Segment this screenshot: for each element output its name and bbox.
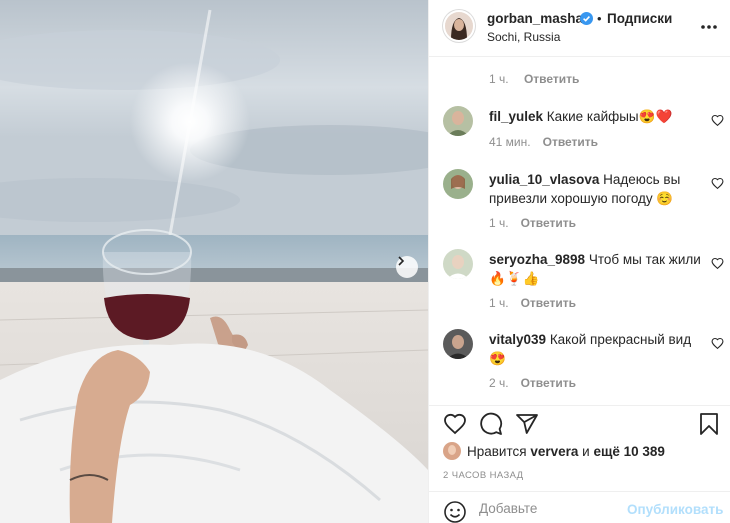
reply-button[interactable]: Ответить	[521, 296, 576, 310]
photo-image	[0, 0, 428, 523]
likes-summary[interactable]: Нравится ververa и ещё 10 389	[443, 441, 665, 461]
comment-time: 1 ч.	[489, 296, 509, 310]
comment-time: 1 ч.	[489, 216, 509, 230]
following-button[interactable]: Подписки	[607, 11, 672, 26]
comment-input[interactable]	[479, 501, 619, 516]
reply-button[interactable]: Ответить	[524, 72, 579, 86]
avatar-image	[443, 106, 473, 136]
post-actions: Нравится ververa и ещё 10 389 2 ЧАСОВ НА…	[429, 405, 730, 523]
avatar-image	[443, 169, 473, 199]
like-heart-icon[interactable]	[443, 412, 467, 436]
liker-avatar	[443, 442, 461, 460]
commenter-username[interactable]: yulia_10_vlasova	[489, 172, 599, 187]
commenter-username[interactable]: seryozha_9898	[489, 252, 585, 267]
post-header: gorban_masha • Подписки Sochi, Russia	[429, 0, 730, 57]
avatar-image	[443, 329, 473, 359]
comments-list[interactable]: 1 ч. Ответить fil_yulek Какие кайфыы😍❤️ …	[429, 57, 730, 405]
likes-count[interactable]: ещё 10 389	[593, 444, 664, 459]
comment-body: vitaly039 Какой прекрасный вид 😍	[489, 330, 703, 368]
liker-username[interactable]: ververa	[530, 444, 578, 459]
save-bookmark-icon[interactable]	[697, 412, 721, 436]
comment-like-icon[interactable]	[711, 177, 724, 190]
likes-middle: и	[582, 443, 590, 459]
commenter-username[interactable]: vitaly039	[489, 332, 546, 347]
comment-icon[interactable]	[479, 412, 503, 436]
separator-dot: •	[597, 11, 602, 26]
publish-button[interactable]: Опубликовать	[627, 502, 723, 517]
comment-like-icon[interactable]	[711, 257, 724, 270]
comment-time: 41 мин.	[489, 135, 531, 149]
comment-like-icon[interactable]	[711, 337, 724, 350]
verified-badge-icon	[580, 12, 593, 25]
avatar-image	[445, 12, 473, 40]
avatar-image	[443, 249, 473, 279]
commenter-avatar[interactable]	[443, 249, 473, 279]
post-timestamp[interactable]: 2 ЧАСОВ НАЗАД	[443, 470, 524, 481]
comment-meta: 41 мин. Ответить	[489, 135, 598, 149]
reply-button[interactable]: Ответить	[521, 216, 576, 230]
comment-text: Какие кайфыы😍❤️	[546, 109, 673, 124]
next-arrow-icon	[398, 256, 405, 266]
add-comment-bar: Опубликовать	[429, 491, 730, 523]
likes-prefix: Нравится	[467, 443, 527, 459]
author-username[interactable]: gorban_masha	[487, 11, 583, 26]
comment-body: fil_yulek Какие кайфыы😍❤️	[489, 107, 703, 126]
post-photo[interactable]	[0, 0, 428, 523]
next-arrow-button[interactable]	[396, 256, 418, 278]
comment-meta: 1 ч. Ответить	[489, 216, 576, 230]
commenter-avatar[interactable]	[443, 169, 473, 199]
emoji-icon[interactable]	[443, 500, 467, 523]
author-avatar[interactable]	[445, 12, 473, 40]
commenter-avatar[interactable]	[443, 106, 473, 136]
avatar-image	[443, 442, 461, 460]
comment-time: 1 ч.	[489, 72, 509, 86]
comment-body: yulia_10_vlasova Надеюсь вы привезли хор…	[489, 170, 703, 208]
comment-time: 2 ч.	[489, 376, 509, 390]
reply-button[interactable]: Ответить	[521, 376, 576, 390]
commenter-avatar[interactable]	[443, 329, 473, 359]
share-icon[interactable]	[515, 412, 539, 436]
post-side-panel: gorban_masha • Подписки Sochi, Russia 1 …	[428, 0, 730, 523]
comment-body: seryozha_9898 Чтоб мы так жили🔥🍹👍	[489, 250, 703, 288]
comment-meta: 1 ч. Ответить	[489, 296, 576, 310]
more-options-icon[interactable]	[699, 17, 719, 37]
comment-like-icon[interactable]	[711, 114, 724, 127]
post-location[interactable]: Sochi, Russia	[487, 30, 560, 44]
comment-meta: 1 ч. Ответить	[489, 72, 579, 86]
reply-button[interactable]: Ответить	[543, 135, 598, 149]
comment-meta: 2 ч. Ответить	[489, 376, 576, 390]
commenter-username[interactable]: fil_yulek	[489, 109, 543, 124]
